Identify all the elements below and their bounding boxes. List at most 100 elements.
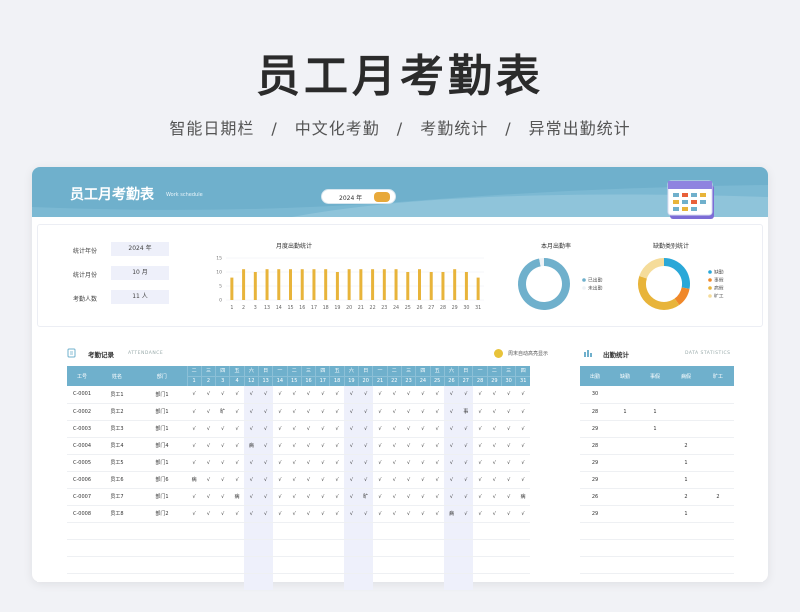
day-cell[interactable]: [501, 539, 516, 557]
day-cell[interactable]: [387, 522, 402, 540]
day-cell[interactable]: [430, 539, 445, 557]
day-cell[interactable]: √: [487, 471, 502, 489]
day-cell[interactable]: √: [458, 488, 473, 506]
day-cell[interactable]: √: [287, 488, 302, 506]
day-cell[interactable]: √: [329, 488, 345, 506]
day-cell[interactable]: [344, 539, 359, 557]
day-cell[interactable]: √: [344, 403, 359, 421]
day-cell[interactable]: √: [229, 505, 245, 523]
day-cell[interactable]: √: [515, 471, 531, 489]
day-cell[interactable]: [372, 573, 388, 591]
day-cell[interactable]: √: [272, 403, 288, 421]
day-cell[interactable]: 病: [244, 437, 259, 455]
day-cell[interactable]: [515, 522, 531, 540]
day-cell[interactable]: √: [244, 420, 259, 438]
cell-name[interactable]: 员工6: [97, 471, 137, 489]
day-cell[interactable]: √: [387, 437, 402, 455]
day-cell[interactable]: √: [501, 386, 516, 404]
day-cell[interactable]: √: [372, 386, 388, 404]
day-cell[interactable]: [515, 556, 531, 574]
day-cell[interactable]: √: [229, 437, 245, 455]
day-cell[interactable]: √: [430, 403, 445, 421]
day-cell[interactable]: [458, 556, 473, 574]
day-cell[interactable]: √: [515, 386, 531, 404]
day-cell[interactable]: √: [515, 505, 531, 523]
day-cell[interactable]: √: [472, 420, 488, 438]
day-cell[interactable]: √: [430, 505, 445, 523]
day-cell[interactable]: √: [487, 403, 502, 421]
day-cell[interactable]: √: [358, 420, 373, 438]
cell-dept[interactable]: 部门1: [137, 420, 187, 438]
day-cell[interactable]: [301, 573, 316, 591]
day-cell[interactable]: √: [244, 471, 259, 489]
day-cell[interactable]: √: [415, 420, 431, 438]
day-cell[interactable]: √: [315, 471, 330, 489]
day-cell[interactable]: [229, 573, 245, 591]
day-cell[interactable]: √: [301, 420, 316, 438]
day-cell[interactable]: √: [287, 386, 302, 404]
cell-dept[interactable]: 部门1: [137, 386, 187, 404]
cell-dept[interactable]: [137, 522, 187, 540]
day-cell[interactable]: √: [301, 454, 316, 472]
cell-dept[interactable]: 部门2: [137, 505, 187, 523]
day-cell[interactable]: √: [358, 386, 373, 404]
day-cell[interactable]: [301, 539, 316, 557]
day-cell[interactable]: [258, 573, 273, 591]
day-cell[interactable]: √: [387, 403, 402, 421]
day-cell[interactable]: √: [344, 420, 359, 438]
day-cell[interactable]: √: [358, 454, 373, 472]
day-cell[interactable]: √: [287, 505, 302, 523]
day-cell[interactable]: √: [215, 420, 230, 438]
day-cell[interactable]: √: [387, 454, 402, 472]
cell-dept[interactable]: 部门1: [137, 403, 187, 421]
year-toggle-icon[interactable]: [374, 192, 390, 202]
cell-id[interactable]: C-0007: [67, 488, 97, 506]
day-cell[interactable]: [187, 573, 202, 591]
day-cell[interactable]: √: [415, 454, 431, 472]
day-cell[interactable]: √: [244, 488, 259, 506]
cell-id[interactable]: C-0004: [67, 437, 97, 455]
day-cell[interactable]: √: [201, 454, 216, 472]
day-cell[interactable]: [258, 522, 273, 540]
day-cell[interactable]: √: [344, 454, 359, 472]
day-cell[interactable]: √: [487, 386, 502, 404]
day-cell[interactable]: √: [430, 386, 445, 404]
day-cell[interactable]: √: [401, 420, 416, 438]
day-cell[interactable]: √: [501, 471, 516, 489]
day-cell[interactable]: [258, 556, 273, 574]
day-cell[interactable]: √: [301, 488, 316, 506]
day-cell[interactable]: √: [229, 471, 245, 489]
day-cell[interactable]: [329, 522, 345, 540]
day-cell[interactable]: [487, 573, 502, 591]
cell-dept[interactable]: [137, 539, 187, 557]
info-month-value[interactable]: 10 月: [111, 266, 169, 280]
empty-cell[interactable]: [97, 556, 137, 574]
day-cell[interactable]: √: [472, 454, 488, 472]
day-cell[interactable]: √: [287, 420, 302, 438]
day-cell[interactable]: √: [387, 386, 402, 404]
day-cell[interactable]: [501, 556, 516, 574]
day-cell[interactable]: √: [187, 437, 202, 455]
day-cell[interactable]: √: [315, 437, 330, 455]
day-cell[interactable]: √: [215, 437, 230, 455]
day-cell[interactable]: √: [515, 454, 531, 472]
day-cell[interactable]: √: [258, 505, 273, 523]
day-cell[interactable]: √: [372, 437, 388, 455]
day-cell[interactable]: [358, 556, 373, 574]
day-cell[interactable]: √: [444, 471, 459, 489]
day-cell[interactable]: [415, 539, 431, 557]
cell-id[interactable]: C-0008: [67, 505, 97, 523]
day-cell[interactable]: √: [187, 386, 202, 404]
day-cell[interactable]: [272, 522, 288, 540]
day-cell[interactable]: [515, 573, 531, 591]
day-cell[interactable]: √: [301, 505, 316, 523]
day-cell[interactable]: √: [329, 420, 345, 438]
day-cell[interactable]: [387, 539, 402, 557]
day-cell[interactable]: √: [401, 437, 416, 455]
day-cell[interactable]: 病: [444, 505, 459, 523]
day-cell[interactable]: 病: [229, 488, 245, 506]
day-cell[interactable]: [415, 522, 431, 540]
day-cell[interactable]: [329, 556, 345, 574]
day-cell[interactable]: √: [315, 505, 330, 523]
day-cell[interactable]: √: [258, 471, 273, 489]
